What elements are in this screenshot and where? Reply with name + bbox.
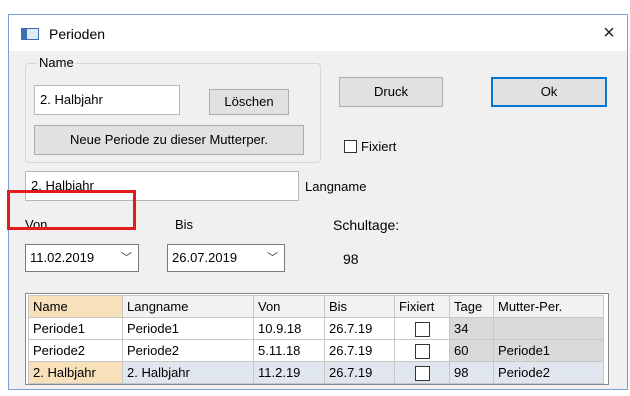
highlight-frame <box>7 190 136 230</box>
table-row[interactable]: 2. Halbjahr 2. Halbjahr 11.2.19 26.7.19 … <box>28 361 604 384</box>
cell-langname[interactable]: 2. Halbjahr <box>122 361 254 384</box>
cell-mutter: Periode2 <box>493 361 604 384</box>
cell-mutter <box>493 317 604 340</box>
cell-von[interactable]: 10.9.18 <box>253 317 325 340</box>
cell-von[interactable]: 5.11.18 <box>253 339 325 362</box>
school-days-value: 98 <box>343 251 359 267</box>
to-label: Bis <box>175 217 194 232</box>
window-icon <box>21 28 39 40</box>
cell-tage: 34 <box>449 317 494 340</box>
cropped-header-text <box>0 0 630 14</box>
row-fixed-checkbox[interactable] <box>414 365 430 381</box>
column-header-von[interactable]: Von <box>253 295 325 318</box>
cell-von[interactable]: 11.2.19 <box>253 361 325 384</box>
periods-table: Name Langname Von Bis Fixiert Tage Mutte… <box>25 293 609 385</box>
name-group-label: Name <box>37 55 76 70</box>
title-bar: Perioden × <box>9 15 627 51</box>
table-header-row: Name Langname Von Bis Fixiert Tage Mutte… <box>28 295 604 318</box>
cell-name[interactable]: 2. Halbjahr <box>28 361 123 384</box>
periods-grid: Name Langname Von Bis Fixiert Tage Mutte… <box>28 295 604 384</box>
column-header-langname[interactable]: Langname <box>122 295 254 318</box>
fixed-label: Fixiert <box>361 139 397 154</box>
school-days-label: Schultage: <box>333 217 400 233</box>
cell-bis[interactable]: 26.7.19 <box>324 339 395 362</box>
cell-bis[interactable]: 26.7.19 <box>324 317 395 340</box>
to-date-value: 26.07.2019 <box>172 250 238 265</box>
cell-bis[interactable]: 26.7.19 <box>324 361 395 384</box>
new-period-button[interactable]: Neue Periode zu dieser Mutterper. <box>34 125 304 155</box>
table-row[interactable]: Periode2 Periode2 5.11.18 26.7.19 60 Per… <box>28 339 604 362</box>
cell-mutter: Periode1 <box>493 339 604 362</box>
long-name-label: Langname <box>305 179 367 194</box>
cell-langname[interactable]: Periode1 <box>122 317 254 340</box>
column-header-fixiert[interactable]: Fixiert <box>394 295 450 318</box>
column-header-name[interactable]: Name <box>28 295 123 318</box>
name-input[interactable]: 2. Halbjahr <box>34 85 180 115</box>
from-date-picker[interactable]: 11.02.2019 ﹀ <box>25 244 139 272</box>
cell-name[interactable]: Periode2 <box>28 339 123 362</box>
chevron-down-icon[interactable]: ﹀ <box>121 245 132 271</box>
column-header-mutter[interactable]: Mutter-Per. <box>493 295 604 318</box>
ok-button[interactable]: Ok <box>491 77 607 107</box>
cell-tage: 98 <box>449 361 494 384</box>
print-button[interactable]: Druck <box>339 77 443 107</box>
table-row[interactable]: Periode1 Periode1 10.9.18 26.7.19 34 <box>28 317 604 340</box>
column-header-bis[interactable]: Bis <box>324 295 395 318</box>
window-title: Perioden <box>49 26 106 42</box>
row-fixed-checkbox[interactable] <box>414 343 430 359</box>
close-icon[interactable]: × <box>597 21 621 45</box>
cell-name[interactable]: Periode1 <box>28 317 123 340</box>
cell-fixiert[interactable] <box>394 317 450 340</box>
chevron-down-icon[interactable]: ﹀ <box>267 245 278 271</box>
cell-langname[interactable]: Periode2 <box>122 339 254 362</box>
from-date-value: 11.02.2019 <box>30 250 95 265</box>
cell-fixiert[interactable] <box>394 339 450 362</box>
cell-tage: 60 <box>449 339 494 362</box>
to-date-picker[interactable]: 26.07.2019 ﹀ <box>167 244 285 272</box>
column-header-tage[interactable]: Tage <box>449 295 494 318</box>
delete-button[interactable]: Löschen <box>209 89 289 115</box>
cell-fixiert[interactable] <box>394 361 450 384</box>
fixed-checkbox[interactable] <box>344 140 357 153</box>
row-fixed-checkbox[interactable] <box>414 321 430 337</box>
